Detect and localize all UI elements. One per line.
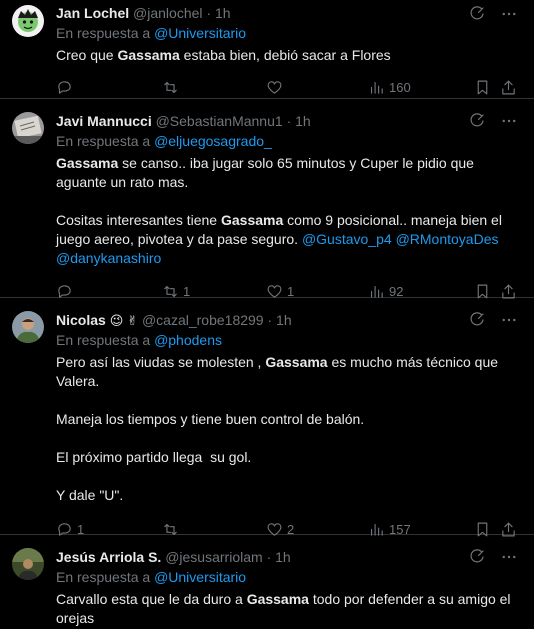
author-name[interactable]: Nicolas	[56, 312, 106, 328]
retweet-icon	[164, 285, 177, 297]
retweet-icon	[164, 81, 177, 93]
reply-button[interactable]	[56, 77, 77, 97]
highlight-keyword: Gassama	[265, 354, 328, 370]
views-count: 92	[389, 283, 404, 299]
separator-dot: ·	[266, 549, 272, 565]
tweet-top-icons	[468, 5, 518, 23]
separator-dot: ·	[267, 312, 273, 328]
wink-emoji: 😉	[109, 313, 124, 328]
highlight-keyword: Gassama	[246, 591, 309, 607]
avatar[interactable]	[12, 5, 44, 37]
tweet-text: Carvallo esta que le da duro a Gassama t…	[56, 590, 518, 628]
mention-link[interactable]: @Gustavo_p4	[302, 231, 392, 247]
author-name[interactable]: Jan Lochel	[56, 5, 129, 21]
reply-to-handle[interactable]: @eljuegosagrado_	[154, 133, 272, 149]
victory-emoji: ✌	[127, 313, 139, 328]
timestamp[interactable]: 1h	[275, 549, 291, 565]
tweet[interactable]: Jesús Arriola S. @jesusarriolam · 1h En …	[0, 535, 534, 629]
text-fragment: Creo que	[56, 47, 118, 63]
author-name[interactable]: Javi Mannucci	[56, 113, 152, 129]
text-paragraph: Y dale "U".	[56, 487, 124, 503]
share-icon	[502, 284, 515, 298]
tweet-actions: 160	[56, 77, 518, 99]
tweet[interactable]: Javi Mannucci @SebastianMannu1 · 1h En r…	[0, 99, 534, 299]
reply-prefix: En respuesta a	[56, 25, 151, 41]
reply-context: En respuesta a @eljuegosagrado_	[56, 132, 518, 150]
highlight-keyword: Gassama	[56, 155, 119, 171]
tweet-top-icons	[468, 548, 518, 566]
grok-icon[interactable]	[468, 311, 486, 329]
author-handle[interactable]: @janlochel	[133, 5, 202, 21]
grok-icon[interactable]	[468, 5, 486, 23]
tweet-text: Creo que Gassama estaba bien, debió saca…	[56, 46, 518, 65]
like-button[interactable]	[266, 77, 287, 97]
separator-dot: ·	[286, 113, 292, 129]
author-handle[interactable]: @SebastianMannu1	[156, 113, 283, 129]
highlight-keyword: Gassama	[117, 47, 180, 63]
grok-icon[interactable]	[468, 548, 486, 566]
reply-context: En respuesta a @phodens	[56, 331, 518, 349]
more-icon[interactable]	[500, 548, 518, 566]
bookmark-icon	[477, 80, 488, 94]
timestamp[interactable]: 1h	[215, 5, 231, 21]
reply-prefix: En respuesta a	[56, 332, 151, 348]
avatar[interactable]	[12, 112, 44, 144]
reply-context: En respuesta a @Universitario	[56, 24, 518, 42]
like-icon	[267, 284, 282, 298]
reply-icon	[58, 284, 71, 298]
text-fragment: estaba bien, debió sacar a Flores	[179, 47, 391, 63]
reply-to-handle[interactable]: @Universitario	[154, 25, 246, 41]
text-fragment: se canso.. iba jugar solo 65 minutos y C…	[56, 155, 474, 190]
views-icon	[370, 285, 383, 298]
grok-icon[interactable]	[468, 112, 486, 130]
reply-feed: Jan Lochel @janlochel · 1h En respuesta …	[0, 0, 534, 629]
tweet-header: Javi Mannucci @SebastianMannu1 · 1h	[56, 112, 518, 130]
like-icon	[267, 80, 282, 94]
text-fragment: Carvallo esta que le da duro a	[56, 591, 247, 607]
tweet-text: Pero así las viudas se molesten , Gassam…	[56, 353, 518, 505]
more-icon[interactable]	[500, 5, 518, 23]
author-handle[interactable]: @jesusarriolam	[165, 549, 262, 565]
reply-context: En respuesta a @Universitario	[56, 568, 518, 586]
text-paragraph: El próximo partido llega su gol.	[56, 449, 252, 465]
mention-link[interactable]: @RMontoyaDes	[396, 231, 499, 247]
more-icon[interactable]	[500, 311, 518, 329]
timestamp[interactable]: 1h	[276, 312, 292, 328]
reply-prefix: En respuesta a	[56, 133, 151, 149]
views-icon	[370, 81, 383, 94]
separator-dot: ·	[206, 5, 212, 21]
retweet-count: 1	[183, 283, 191, 299]
tweet-top-icons	[468, 112, 518, 130]
bookmark-button[interactable]	[474, 77, 491, 97]
text-fragment: Cositas interesantes tiene	[56, 212, 221, 228]
share-icon	[502, 80, 515, 94]
bookmark-icon	[477, 284, 488, 298]
reply-icon	[58, 80, 71, 94]
text-paragraph: Maneja los tiempos y tiene buen control …	[56, 411, 365, 427]
views-count: 160	[389, 79, 411, 95]
like-count: 1	[287, 283, 295, 299]
tweet[interactable]: Nicolas 😉 ✌ @cazal_robe18299 · 1h En res…	[0, 298, 534, 537]
tweet[interactable]: Jan Lochel @janlochel · 1h En respuesta …	[0, 0, 534, 99]
share-button[interactable]	[500, 77, 517, 97]
reply-to-handle[interactable]: @Universitario	[154, 569, 246, 585]
more-icon[interactable]	[500, 112, 518, 130]
author-name[interactable]: Jesús Arriola S.	[56, 549, 161, 565]
highlight-keyword: Gassama	[220, 212, 284, 228]
text-fragment: Pero así las viudas se molesten ,	[56, 354, 266, 370]
avatar[interactable]	[12, 311, 44, 343]
mention-link[interactable]: @danykanashiro	[56, 250, 161, 266]
avatar[interactable]	[12, 548, 44, 580]
tweet-header: Nicolas 😉 ✌ @cazal_robe18299 · 1h	[56, 311, 518, 329]
tweet-text: Gassama se canso.. iba jugar solo 65 min…	[56, 154, 518, 268]
retweet-button[interactable]	[162, 77, 183, 97]
timestamp[interactable]: 1h	[295, 113, 311, 129]
reply-prefix: En respuesta a	[56, 569, 151, 585]
tweet-top-icons	[468, 311, 518, 329]
tweet-header: Jesús Arriola S. @jesusarriolam · 1h	[56, 548, 518, 566]
views-button[interactable]: 160	[368, 77, 411, 97]
reply-to-handle[interactable]: @phodens	[154, 332, 222, 348]
author-handle[interactable]: @cazal_robe18299	[142, 312, 264, 328]
tweet-header: Jan Lochel @janlochel · 1h	[56, 4, 518, 22]
